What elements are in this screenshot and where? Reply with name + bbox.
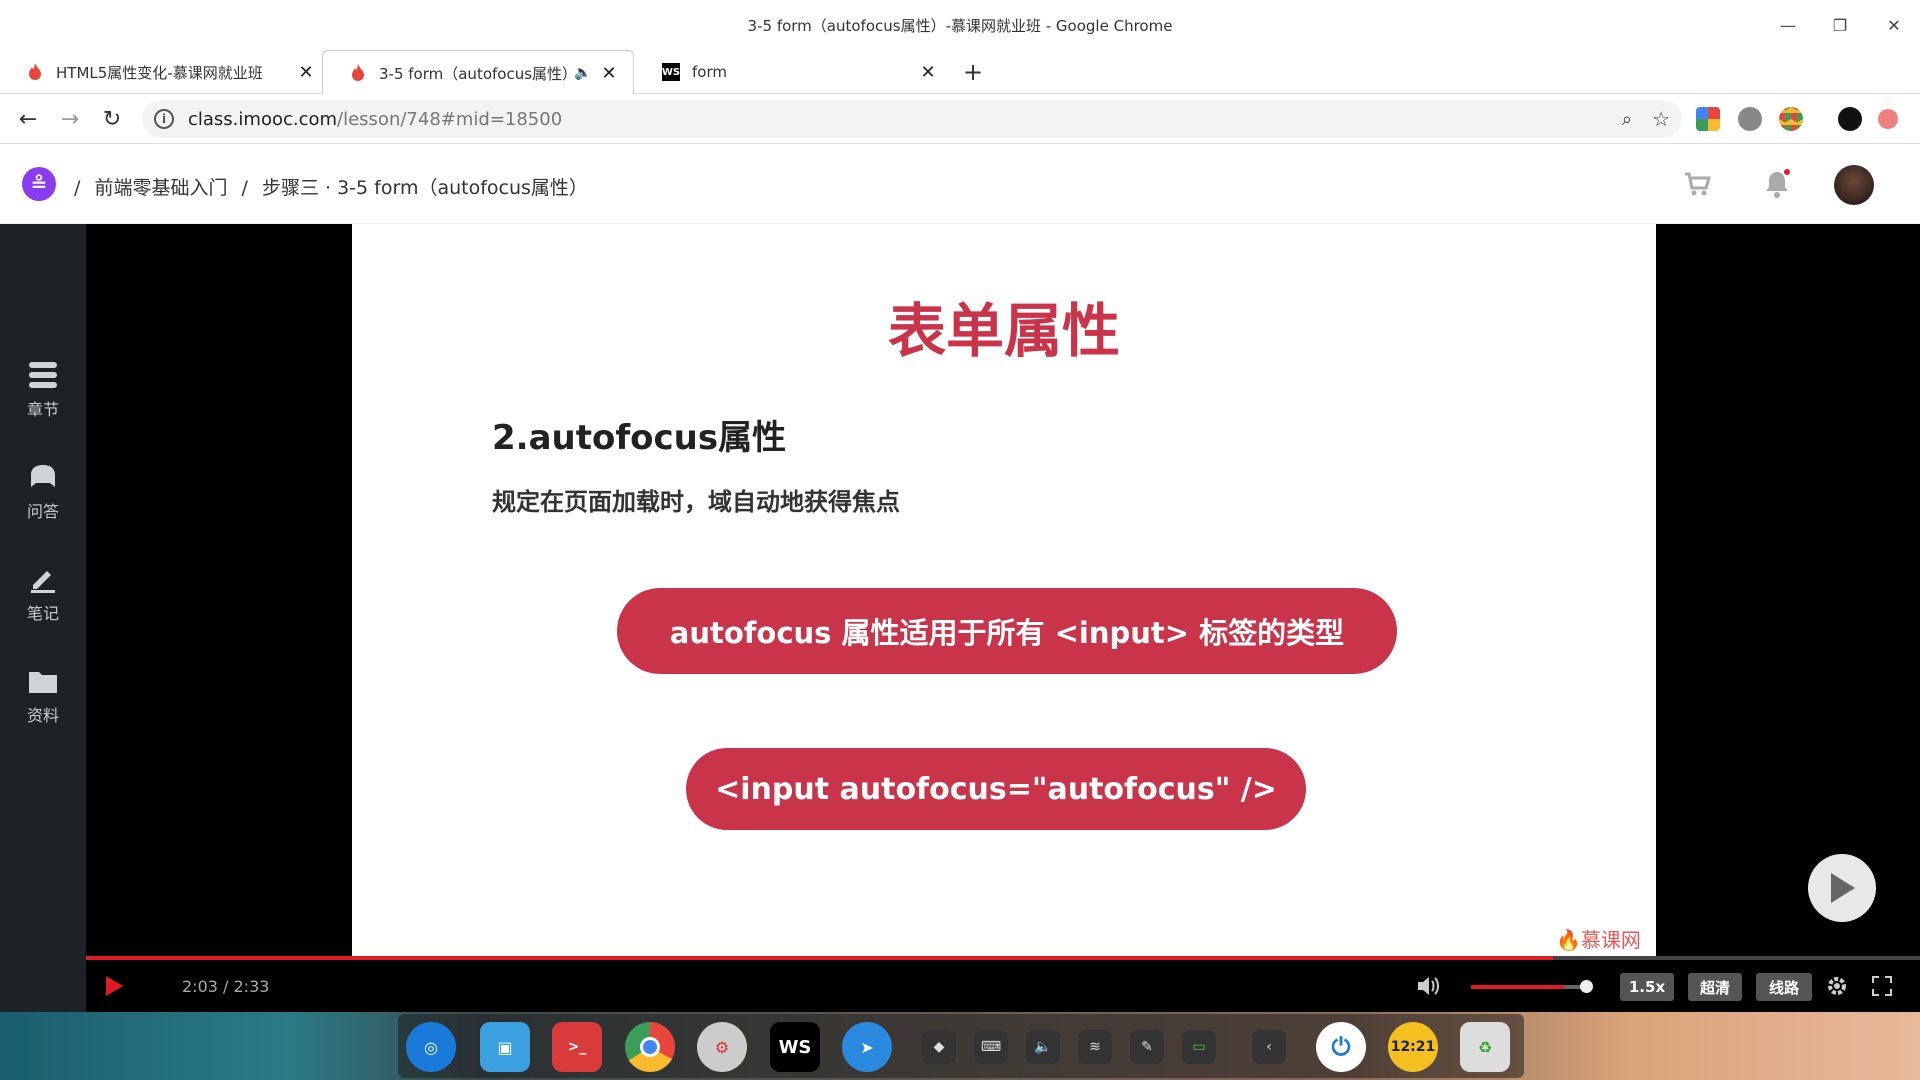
- tab-close-icon[interactable]: ✕: [597, 63, 621, 84]
- bell-icon[interactable]: [1762, 169, 1792, 199]
- site-header: ≗ / 前端零基础入门 / 步骤三 · 3-5 form（autofocus属性…: [0, 145, 1920, 224]
- fullscreen-icon[interactable]: [1872, 960, 1892, 1012]
- slide-title: 表单属性: [887, 297, 1120, 365]
- flame-icon: [349, 64, 367, 82]
- url-host: class.imooc.com: [188, 108, 338, 130]
- chevron-left-icon[interactable]: ‹: [1252, 1030, 1286, 1064]
- trash-icon[interactable]: ♻: [1460, 1022, 1510, 1072]
- sidebar-item-notes[interactable]: 笔记: [0, 564, 86, 644]
- user-avatar[interactable]: [1834, 165, 1874, 205]
- tab-close-icon[interactable]: ✕: [916, 62, 940, 83]
- webstorm-app-icon[interactable]: WS: [770, 1022, 820, 1072]
- profile-icon[interactable]: [1838, 107, 1862, 131]
- forward-arrow-icon[interactable]: →: [50, 94, 90, 144]
- pencil-icon: [28, 564, 58, 594]
- window-title: 3-5 form（autofocus属性）-慕课网就业班 - Google Ch…: [747, 16, 1173, 35]
- flame-icon: 🔥: [1556, 928, 1581, 952]
- slide-subtitle: 2.autofocus属性: [492, 418, 787, 458]
- folder-icon: [28, 666, 58, 696]
- info-icon[interactable]: i: [154, 109, 174, 129]
- sidebar-item-chapters[interactable]: 章节: [0, 360, 86, 440]
- tab-label: form: [692, 63, 727, 81]
- breadcrumb-separator: /: [74, 177, 81, 199]
- tab-label: 3-5 form（autofocus属性）: [379, 64, 569, 83]
- keyboard-icon[interactable]: ⌨: [974, 1030, 1008, 1064]
- player-controls: 2:03 / 2:33 1.5x 超清 线路: [86, 960, 1920, 1012]
- extension-colorful-icon[interactable]: [1696, 107, 1720, 131]
- slide-description: 规定在页面加载时，域自动地获得焦点: [492, 488, 900, 516]
- chat-icon: [28, 462, 58, 492]
- imooc-logo[interactable]: ≗: [22, 167, 56, 201]
- sidebar-item-qa[interactable]: 问答: [0, 462, 86, 542]
- play-icon: [106, 976, 123, 996]
- terminal-icon[interactable]: >_: [552, 1022, 602, 1072]
- extension-update-icon[interactable]: [1878, 109, 1898, 129]
- chrome-icon[interactable]: [625, 1022, 675, 1072]
- breadcrumb-separator: /: [241, 177, 248, 199]
- time-display: 2:03 / 2:33: [182, 976, 270, 996]
- tab-form[interactable]: WS form ✕: [636, 50, 940, 94]
- clock-icon[interactable]: 12:21: [1388, 1022, 1438, 1072]
- volume-knob[interactable]: [1580, 980, 1593, 993]
- restore-button[interactable]: ❐: [1818, 0, 1862, 50]
- breadcrumb-current: 步骤三 · 3-5 form（autofocus属性）: [261, 177, 588, 199]
- power-icon[interactable]: ⏻: [1316, 1022, 1366, 1072]
- bookmark-star-icon[interactable]: ☆: [1652, 107, 1670, 131]
- sidebar-item-materials[interactable]: 资料: [0, 666, 86, 746]
- imooc-watermark: 🔥慕课网: [1556, 924, 1641, 953]
- file-manager-icon[interactable]: ▣: [480, 1022, 530, 1072]
- new-tab-button[interactable]: +: [960, 50, 986, 94]
- sidebar-item-label: 资料: [26, 706, 59, 725]
- volume-tray-icon[interactable]: 🔈: [1026, 1030, 1060, 1064]
- settings-app-icon[interactable]: ⚙: [697, 1022, 747, 1072]
- webstorm-icon: WS: [662, 63, 680, 81]
- battery-icon[interactable]: ▭: [1182, 1030, 1216, 1064]
- tray-app-icon[interactable]: ◆: [922, 1030, 956, 1064]
- list-icon: [28, 360, 58, 390]
- window-title-bar: 3-5 form（autofocus属性）-慕课网就业班 - Google Ch…: [0, 0, 1920, 50]
- course-sidebar: 章节 问答 笔记 资料: [0, 224, 86, 1012]
- slide-pill-rule: autofocus 属性适用于所有 <input> 标签的类型: [617, 588, 1397, 674]
- browser-toolbar: ← → ↻ i class.imooc.com /lesson/748#mid=…: [0, 94, 1920, 144]
- breadcrumb-course-link[interactable]: 前端零基础入门: [94, 177, 227, 199]
- quality-button[interactable]: 超清: [1688, 973, 1742, 1001]
- tab-label: HTML5属性变化-慕课网就业班: [56, 63, 263, 82]
- messenger-icon[interactable]: ➤: [842, 1022, 892, 1072]
- play-button[interactable]: [104, 960, 124, 1012]
- volume-fill: [1471, 985, 1564, 989]
- url-path: /lesson/748#mid=18500: [337, 108, 563, 130]
- cart-icon[interactable]: [1682, 169, 1712, 199]
- breadcrumb: / 前端零基础入门 / 步骤三 · 3-5 form（autofocus属性）: [66, 173, 588, 200]
- big-play-button[interactable]: [1808, 854, 1876, 922]
- tab-html5-properties[interactable]: HTML5属性变化-慕课网就业班 ✕: [0, 50, 318, 94]
- settings-gear-icon[interactable]: [1826, 960, 1848, 1012]
- address-bar[interactable]: i class.imooc.com /lesson/748#mid=18500 …: [142, 100, 1682, 138]
- sidebar-item-label: 章节: [26, 400, 59, 419]
- close-window-button[interactable]: ✕: [1872, 0, 1916, 50]
- speaker-icon[interactable]: 🔈: [569, 65, 597, 81]
- sidebar-item-label: 笔记: [26, 604, 59, 623]
- volume-slider[interactable]: [1471, 985, 1587, 989]
- speed-button[interactable]: 1.5x: [1620, 973, 1674, 1001]
- tab-close-icon[interactable]: ✕: [294, 62, 318, 83]
- watermark-text: 慕课网: [1580, 928, 1641, 952]
- minimize-button[interactable]: —: [1766, 0, 1810, 50]
- reload-icon[interactable]: ↻: [92, 94, 132, 144]
- video-frame-slide: 表单属性 2.autofocus属性 规定在页面加载时，域自动地获得焦点 aut…: [352, 224, 1656, 956]
- play-icon: [1831, 873, 1855, 903]
- wifi-icon[interactable]: ≋: [1078, 1030, 1112, 1064]
- route-button[interactable]: 线路: [1756, 973, 1812, 1001]
- flame-icon: [26, 63, 44, 81]
- zoom-icon[interactable]: ⌕: [1622, 109, 1632, 130]
- launcher-icon[interactable]: ◎: [406, 1022, 456, 1072]
- slide-pill-code: <input autofocus="autofocus" />: [686, 748, 1306, 830]
- volume-icon[interactable]: [1416, 960, 1440, 1012]
- extension-ring-icon[interactable]: [1779, 107, 1803, 131]
- pen-tray-icon[interactable]: ✎: [1130, 1030, 1164, 1064]
- tab-autofocus-lesson[interactable]: 3-5 form（autofocus属性） 🔈 ✕: [322, 50, 634, 95]
- sidebar-item-label: 问答: [26, 502, 59, 521]
- extension-gear-icon[interactable]: [1738, 107, 1762, 131]
- back-arrow-icon[interactable]: ←: [8, 94, 48, 144]
